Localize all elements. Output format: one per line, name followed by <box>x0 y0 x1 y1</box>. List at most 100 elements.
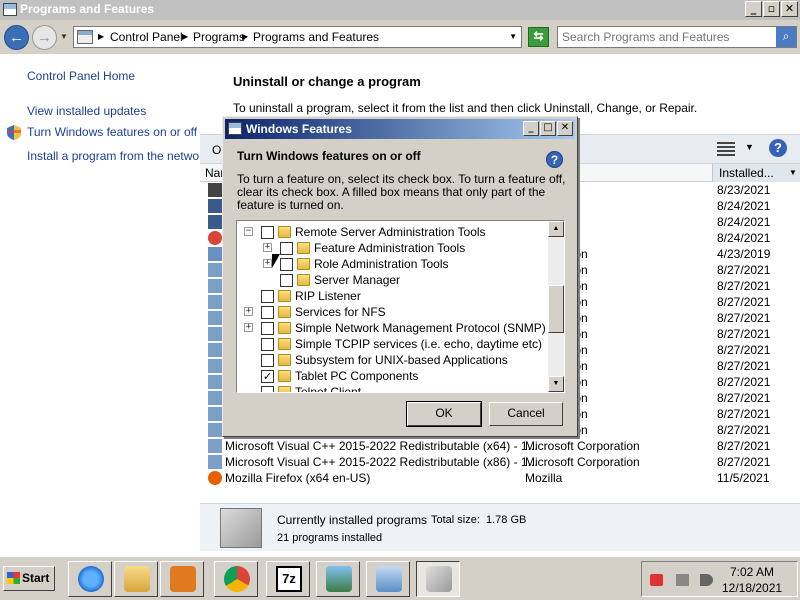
program-icon <box>208 263 222 277</box>
feature-item[interactable]: + Services for NFS <box>237 304 549 320</box>
taskbar-photo-viewer[interactable] <box>316 561 360 597</box>
feature-label: Services for NFS <box>295 305 386 319</box>
dialog-close-button[interactable]: ✕ <box>557 121 573 136</box>
taskbar-media-player[interactable] <box>160 561 204 597</box>
window-title-bar: Programs and Features _ ▫ ✕ <box>0 0 800 20</box>
feature-item[interactable]: Server Manager <box>237 272 549 288</box>
clock-date[interactable]: 12/18/2021 <box>722 581 782 595</box>
feature-item[interactable]: Subsystem for UNIX-based Applications <box>237 352 549 368</box>
feature-label: Server Manager <box>314 273 401 287</box>
install-program-from-network-link[interactable]: Install a program from the network <box>27 149 209 163</box>
forward-button[interactable]: → <box>32 25 57 50</box>
taskbar-chrome[interactable] <box>214 561 258 597</box>
feature-checkbox[interactable] <box>261 290 274 303</box>
minimize-button[interactable]: _ <box>745 1 762 17</box>
feature-label: Telnet Client <box>295 385 362 393</box>
feature-item[interactable]: + Role Administration Tools <box>237 256 549 272</box>
media-player-icon <box>170 566 196 592</box>
address-dropdown-icon[interactable]: ▼ <box>509 32 517 41</box>
breadcrumb-programs-and-features[interactable]: Programs and Features <box>253 30 379 44</box>
dialog-help-icon[interactable]: ? <box>546 151 563 168</box>
restore-button[interactable]: ▫ <box>763 1 780 17</box>
feature-item[interactable]: − Remote Server Administration Tools <box>237 224 549 240</box>
help-icon[interactable]: ? <box>769 139 787 157</box>
feature-checkbox[interactable] <box>261 306 274 319</box>
features-scrollbar[interactable]: ▲ ▼ <box>548 221 564 392</box>
close-button[interactable]: ✕ <box>781 1 798 17</box>
view-options-icon[interactable] <box>717 142 735 156</box>
feature-checkbox[interactable]: ✓ <box>261 370 274 383</box>
refresh-button[interactable]: ⇆ <box>528 27 549 47</box>
dialog-minimize-button[interactable]: _ <box>523 121 539 136</box>
features-tree[interactable]: − Remote Server Administration Tools + Feat… <box>236 220 565 393</box>
taskbar-control-panel[interactable] <box>366 561 410 597</box>
taskbar-7zip[interactable]: 7z <box>266 561 310 597</box>
expand-icon[interactable]: + <box>244 323 253 332</box>
dialog-title-bar[interactable]: Windows Features _ □ ✕ <box>225 119 575 139</box>
status-title: Currently installed programs <box>277 513 428 527</box>
expand-icon[interactable]: + <box>263 259 272 268</box>
dialog-maximize-button[interactable]: □ <box>540 121 556 136</box>
feature-item[interactable]: ✓ Tablet PC Components <box>237 368 549 384</box>
total-size-value: 1.78 GB <box>486 514 527 526</box>
feature-checkbox[interactable] <box>261 338 274 351</box>
recent-pages-dropdown[interactable]: ▼ <box>60 32 68 41</box>
ok-button[interactable]: OK <box>406 401 482 427</box>
chevron-right-icon[interactable]: ▶ <box>98 32 104 41</box>
taskbar-programs-and-features[interactable] <box>416 561 460 597</box>
page-heading: Uninstall or change a program <box>233 74 421 89</box>
table-row[interactable]: Microsoft Visual C++ 2015-2022 Redistrib… <box>200 438 800 454</box>
breadcrumb-control-panel[interactable]: Control Panel <box>110 30 183 44</box>
program-installed-date: 8/27/2021 <box>717 407 771 421</box>
taskbar-internet-explorer[interactable] <box>68 561 112 597</box>
action-center-flag-icon[interactable] <box>650 574 663 586</box>
start-button[interactable]: Start <box>3 566 55 591</box>
expand-icon[interactable]: + <box>263 243 272 252</box>
feature-item[interactable]: Telnet Client <box>237 384 549 393</box>
program-installed-date: 8/27/2021 <box>717 375 771 389</box>
breadcrumb-programs[interactable]: Programs <box>193 30 245 44</box>
cancel-button[interactable]: Cancel <box>489 402 563 426</box>
table-row[interactable]: Microsoft Visual C++ 2015-2022 Redistrib… <box>200 454 800 470</box>
feature-checkbox[interactable] <box>280 242 293 255</box>
program-installed-date: 8/27/2021 <box>717 391 771 405</box>
chevron-right-icon[interactable]: ▶ <box>242 32 248 41</box>
feature-checkbox[interactable] <box>261 354 274 367</box>
feature-item[interactable]: + Simple Network Management Protocol (SNM… <box>237 320 549 336</box>
column-header-installed-on[interactable]: Installed... ▼ <box>712 164 800 182</box>
turn-windows-features-link[interactable]: Turn Windows features on or off <box>27 125 197 139</box>
chevron-right-icon[interactable]: ▶ <box>182 32 188 41</box>
clock-time[interactable]: 7:02 AM <box>730 565 774 579</box>
feature-checkbox[interactable] <box>261 386 274 392</box>
feature-item[interactable]: Simple TCPIP services (i.e. echo, daytim… <box>237 336 549 352</box>
feature-checkbox[interactable] <box>280 274 293 287</box>
feature-checkbox[interactable] <box>261 322 274 335</box>
feature-checkbox[interactable] <box>280 258 293 271</box>
search-input[interactable] <box>562 30 772 44</box>
dialog-title: Windows Features <box>246 122 352 136</box>
network-icon[interactable] <box>676 574 689 586</box>
control-panel-icon <box>376 566 402 592</box>
control-panel-icon <box>3 3 17 16</box>
scrollbar-thumb[interactable] <box>548 285 564 333</box>
view-installed-updates-link[interactable]: View installed updates <box>27 104 146 118</box>
table-row[interactable]: Mozilla Firefox (x64 en-US) Mozilla 11/5/2… <box>200 470 800 486</box>
collapse-icon[interactable]: − <box>244 227 253 236</box>
scroll-up-icon[interactable]: ▲ <box>548 221 564 237</box>
feature-item[interactable]: + Feature Administration Tools <box>237 240 549 256</box>
control-panel-home-link[interactable]: Control Panel Home <box>27 69 135 83</box>
feature-item[interactable]: RIP Listener <box>237 288 549 304</box>
view-dropdown-icon[interactable]: ▼ <box>745 142 754 152</box>
program-publisher: Microsoft Corporation <box>525 455 640 469</box>
expand-icon[interactable]: + <box>244 307 253 316</box>
back-button[interactable]: ← <box>4 25 29 50</box>
scroll-down-icon[interactable]: ▼ <box>548 376 564 392</box>
search-icon[interactable]: ⌕ <box>776 27 796 47</box>
organize-button[interactable]: O <box>212 143 221 157</box>
program-installed-date: 8/23/2021 <box>717 183 771 197</box>
feature-checkbox[interactable] <box>261 226 274 239</box>
volume-icon[interactable] <box>700 574 713 586</box>
taskbar-explorer[interactable] <box>114 561 158 597</box>
search-box[interactable]: ⌕ <box>557 26 797 48</box>
address-bar[interactable]: ▶ Control Panel ▶ Programs ▶ Programs an… <box>73 26 522 48</box>
